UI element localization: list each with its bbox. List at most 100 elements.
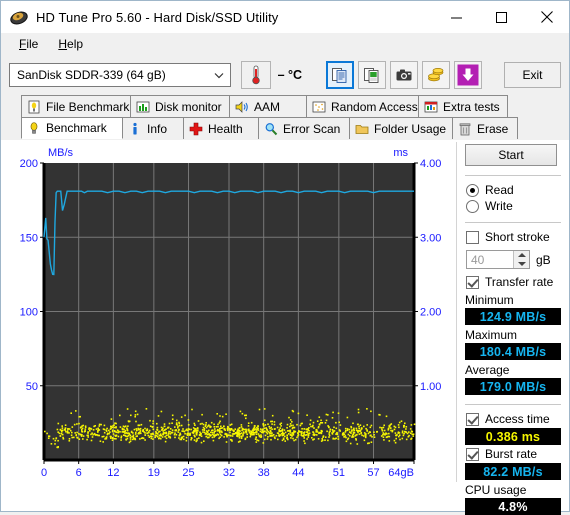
tab-file-benchmark[interactable]: File Benchmark — [21, 95, 131, 117]
screenshot-button[interactable] — [390, 61, 419, 89]
exit-button[interactable]: Exit — [504, 62, 561, 88]
checkbox-burst-rate[interactable]: Burst rate — [466, 447, 563, 461]
benchmark-panel: MB/s ms 50 100 150 200 1.00 2.00 3.00 4.00 0 6 12 19 2… — [1, 140, 569, 515]
radio-write-indicator — [466, 199, 479, 213]
random-access-icon — [312, 100, 326, 114]
tab-bar: File Benchmark Disk monitor AAM Random A… — [1, 95, 569, 140]
minimum-label: Minimum — [465, 293, 514, 307]
tab-row-upper: File Benchmark Disk monitor AAM Random A… — [21, 95, 569, 117]
drive-select[interactable]: SanDisk SDDR-339 (64 gB) — [9, 63, 232, 87]
hd-tune-window: HD Tune Pro 5.60 - Hard Disk/SSD Utility… — [0, 0, 570, 515]
short-stroke-unit: gB — [536, 252, 551, 267]
access-time-label: Access time — [485, 412, 550, 426]
svg-text:100: 100 — [20, 307, 38, 319]
svg-text:51: 51 — [333, 467, 345, 479]
tab-error-scan[interactable]: Error Scan — [258, 117, 350, 139]
donate-button[interactable] — [422, 61, 451, 89]
results-panel: Start Read Write Short stroke 40 gB Tran… — [463, 144, 563, 515]
average-value: 179.0 MB/s — [465, 378, 561, 395]
checkbox-short-stroke[interactable]: Short stroke — [466, 230, 563, 244]
drive-select-value: SanDisk SDDR-339 (64 gB) — [17, 68, 166, 82]
tab-label: AAM — [254, 99, 281, 114]
checkbox-access-time[interactable]: Access time — [466, 412, 563, 426]
health-cross-icon — [189, 122, 203, 136]
access-time-value: 0.386 ms — [465, 428, 561, 445]
tab-random-access[interactable]: Random Access — [306, 95, 419, 117]
tab-extra-tests[interactable]: Extra tests — [418, 95, 508, 117]
toolbar-buttons — [326, 61, 483, 89]
maximum-label: Maximum — [465, 328, 518, 342]
divider — [465, 222, 561, 223]
tab-label: Health — [208, 121, 243, 136]
burst-rate-checkbox — [466, 447, 479, 461]
thermometer-icon — [241, 61, 271, 89]
transfer-rate-checkbox — [466, 275, 479, 289]
save-button[interactable] — [454, 61, 483, 89]
radio-write[interactable]: Write — [466, 199, 563, 213]
menu-bar: FFileile HHelpelp — [1, 33, 569, 55]
short-stroke-value: 40 — [471, 252, 485, 267]
svg-text:MB/s: MB/s — [48, 147, 74, 159]
spinner-arrows-icon[interactable] — [513, 251, 529, 268]
svg-text:2.00: 2.00 — [420, 307, 441, 319]
maximize-icon[interactable] — [479, 1, 524, 33]
svg-text:32: 32 — [223, 467, 235, 479]
tab-disk-monitor[interactable]: Disk monitor — [130, 95, 230, 117]
checkbox-transfer-rate[interactable]: Transfer rate — [466, 275, 563, 289]
short-stroke-label: Short stroke — [485, 230, 550, 244]
disk-monitor-icon — [136, 100, 150, 114]
svg-text:57: 57 — [367, 467, 379, 479]
tab-info[interactable]: Info — [122, 117, 184, 139]
tab-label: File Benchmark — [46, 99, 130, 114]
benchmark-chart: MB/s ms 50 100 150 200 1.00 2.00 3.00 4.00 0 6 12 19 2… — [9, 142, 449, 487]
minimize-icon[interactable] — [434, 1, 479, 33]
tab-folder-usage[interactable]: Folder Usage — [349, 117, 453, 139]
svg-text:19: 19 — [148, 467, 160, 479]
svg-text:64gB: 64gB — [388, 467, 414, 479]
tab-erase[interactable]: Erase — [452, 117, 518, 139]
toolbar: SanDisk SDDR-339 (64 gB) – °C Exit — [1, 55, 569, 95]
chevron-down-icon — [212, 68, 226, 82]
tab-label: Disk monitor — [155, 99, 222, 114]
tab-benchmark[interactable]: Benchmark — [21, 117, 123, 139]
maximum-value: 180.4 MB/s — [465, 343, 561, 360]
svg-text:ms: ms — [393, 147, 408, 159]
extra-tests-icon — [424, 100, 438, 114]
tab-row-lower: Benchmark Info Health Error Scan Folder … — [21, 117, 569, 139]
speaker-icon — [235, 100, 249, 114]
menu-help[interactable]: HHelpelp — [48, 35, 93, 53]
svg-text:150: 150 — [20, 232, 38, 244]
svg-text:1.00: 1.00 — [420, 381, 441, 393]
short-stroke-size-row: 40 gB — [466, 250, 563, 269]
svg-text:50: 50 — [26, 381, 38, 393]
tab-aam[interactable]: AAM — [229, 95, 307, 117]
svg-text:200: 200 — [20, 158, 38, 170]
window-controls — [434, 1, 569, 33]
copy-image-button[interactable] — [358, 61, 387, 89]
cpu-usage-label: CPU usage — [465, 483, 527, 497]
folder-icon — [355, 122, 369, 136]
info-icon — [128, 122, 142, 136]
tab-label: Extra tests — [443, 99, 500, 114]
svg-text:6: 6 — [76, 467, 82, 479]
tab-label: Folder Usage — [374, 121, 447, 136]
copy-text-button[interactable] — [326, 61, 355, 89]
radio-read-label: Read — [485, 183, 514, 197]
short-stroke-input[interactable]: 40 — [466, 250, 530, 269]
title-bar: HD Tune Pro 5.60 - Hard Disk/SSD Utility — [1, 1, 569, 33]
svg-text:3.00: 3.00 — [420, 232, 441, 244]
svg-text:38: 38 — [258, 467, 270, 479]
radio-read[interactable]: Read — [466, 183, 563, 197]
tab-label: Erase — [477, 121, 509, 136]
burst-rate-label: Burst rate — [485, 447, 538, 461]
svg-text:12: 12 — [107, 467, 119, 479]
minimum-value: 124.9 MB/s — [465, 308, 561, 325]
chart-canvas: MB/s ms 50 100 150 200 1.00 2.00 3.00 4.00 0 6 12 19 2… — [20, 147, 442, 479]
menu-file[interactable]: FFileile — [9, 35, 48, 53]
close-icon[interactable] — [524, 1, 569, 33]
svg-text:0: 0 — [41, 467, 47, 479]
temperature-value: – °C — [277, 68, 303, 82]
file-benchmark-icon — [27, 100, 41, 114]
start-button[interactable]: Start — [465, 144, 557, 166]
tab-health[interactable]: Health — [183, 117, 259, 139]
